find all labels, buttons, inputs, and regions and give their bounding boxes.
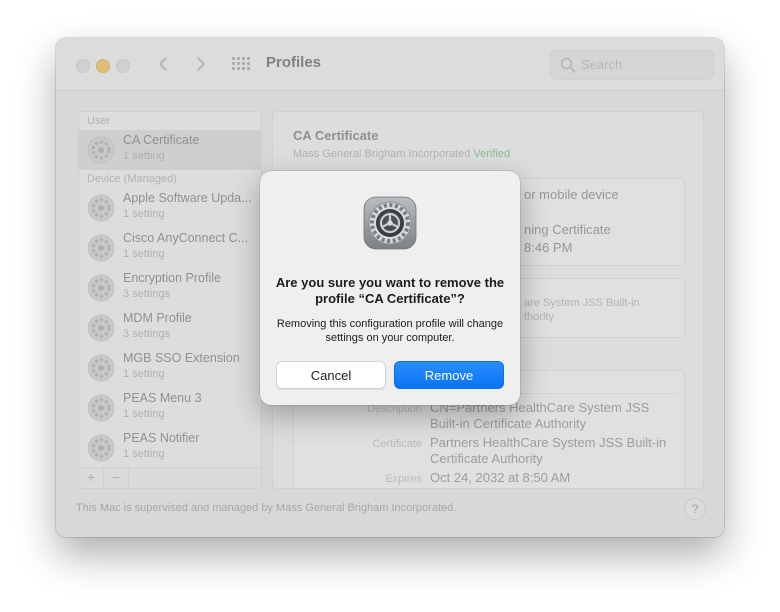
remove-profile-alert: Are you sure you want to remove the prof…	[260, 171, 520, 405]
alert-message: Removing this configuration profile will…	[276, 318, 504, 344]
remove-button[interactable]: Remove	[394, 361, 504, 389]
alert-title: Are you sure you want to remove the prof…	[275, 275, 505, 306]
system-preferences-gear-icon	[363, 196, 417, 250]
cancel-button[interactable]: Cancel	[276, 361, 386, 389]
titlebar-dim-overlay	[56, 38, 724, 90]
